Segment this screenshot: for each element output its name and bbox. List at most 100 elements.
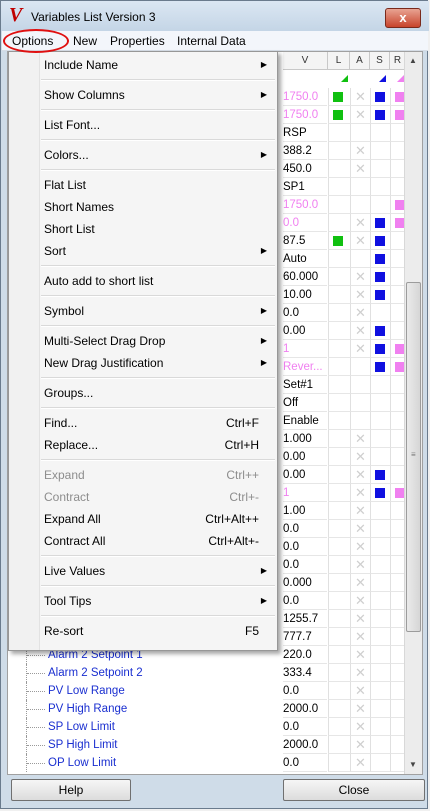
col-l-cell[interactable] xyxy=(328,592,350,610)
col-l-cell[interactable] xyxy=(328,232,350,250)
menu-item-colors[interactable]: Colors... ▶ xyxy=(39,144,277,166)
col-a-cell[interactable]: ✕ xyxy=(350,682,370,700)
col-a-cell[interactable]: ✕ xyxy=(350,322,370,340)
variable-value[interactable]: 1 xyxy=(283,484,327,502)
variable-value[interactable]: SP1 xyxy=(283,178,327,196)
menu-item-list-font[interactable]: List Font... xyxy=(39,114,277,136)
menu-item-re-sort[interactable]: Re-sort F5 xyxy=(39,620,277,642)
variable-value[interactable]: 388.2 xyxy=(283,142,327,160)
variable-value[interactable]: 777.7 xyxy=(283,628,327,646)
col-l-cell[interactable] xyxy=(328,556,350,574)
col-s-cell[interactable] xyxy=(370,754,390,772)
col-a-cell[interactable]: ✕ xyxy=(350,502,370,520)
column-header-value[interactable]: V xyxy=(283,52,328,70)
col-s-cell[interactable] xyxy=(370,286,390,304)
col-l-cell[interactable] xyxy=(328,196,350,214)
window-close-button[interactable]: x xyxy=(385,8,421,28)
col-s-cell[interactable] xyxy=(370,412,390,430)
col-s-cell[interactable] xyxy=(370,700,390,718)
col-l-cell[interactable] xyxy=(328,160,350,178)
col-a-cell[interactable]: ✕ xyxy=(350,556,370,574)
col-a-cell[interactable]: ✕ xyxy=(350,592,370,610)
col-a-cell[interactable]: ✕ xyxy=(350,646,370,664)
variable-name[interactable]: SP High Limit xyxy=(48,736,282,754)
menu-item-multi-select-drag-drop[interactable]: Multi-Select Drag Drop ▶ xyxy=(39,330,277,352)
menu-item-symbol[interactable]: Symbol ▶ xyxy=(39,300,277,322)
variable-value[interactable]: 87.5 xyxy=(283,232,327,250)
col-a-cell[interactable]: ✕ xyxy=(350,340,370,358)
col-l-cell[interactable] xyxy=(328,124,350,142)
col-l-cell[interactable] xyxy=(328,340,350,358)
col-l-cell[interactable] xyxy=(328,394,350,412)
variable-value[interactable]: 2000.0 xyxy=(283,736,327,754)
variable-value[interactable]: RSP xyxy=(283,124,327,142)
variable-name[interactable]: SP Low Limit xyxy=(48,718,282,736)
menu-item-contract-all[interactable]: Contract All Ctrl+Alt+- xyxy=(39,530,277,552)
col-l-cell[interactable] xyxy=(328,538,350,556)
col-l-cell[interactable] xyxy=(328,214,350,232)
col-a-cell[interactable]: ✕ xyxy=(350,232,370,250)
col-a-cell[interactable]: ✕ xyxy=(350,88,370,106)
col-s-cell[interactable] xyxy=(370,610,390,628)
col-a-cell[interactable]: ✕ xyxy=(350,664,370,682)
vertical-scrollbar[interactable]: ▲ ≡ ▼ xyxy=(404,52,422,774)
variable-value[interactable]: 333.4 xyxy=(283,664,327,682)
col-a-cell[interactable]: ✕ xyxy=(350,574,370,592)
col-s-cell[interactable] xyxy=(370,376,390,394)
col-a-cell[interactable]: ✕ xyxy=(350,466,370,484)
col-a-cell[interactable]: ✕ xyxy=(350,268,370,286)
col-l-cell[interactable] xyxy=(328,142,350,160)
col-a-cell[interactable]: ✕ xyxy=(350,628,370,646)
col-a-cell[interactable]: ✕ xyxy=(350,610,370,628)
col-a-cell[interactable] xyxy=(350,178,370,196)
col-a-cell[interactable]: ✕ xyxy=(350,106,370,124)
variable-value[interactable]: 0.00 xyxy=(283,322,327,340)
column-header-a[interactable]: A xyxy=(350,52,370,70)
variable-value[interactable]: 0.00 xyxy=(283,448,327,466)
col-l-cell[interactable] xyxy=(328,754,350,772)
table-row[interactable]: SP High Limit 2000.0 ✕ xyxy=(8,736,406,754)
menu-item-short-list[interactable]: Short List xyxy=(39,218,277,240)
variable-value[interactable]: 1750.0 xyxy=(283,196,327,214)
col-l-cell[interactable] xyxy=(328,574,350,592)
menu-item-short-names[interactable]: Short Names xyxy=(39,196,277,218)
variable-value[interactable]: 1.000 xyxy=(283,430,327,448)
variable-value[interactable]: 220.0 xyxy=(283,646,327,664)
col-s-cell[interactable] xyxy=(370,214,390,232)
variable-name[interactable]: PV Low Range xyxy=(48,682,282,700)
table-row[interactable]: Alarm 2 Setpoint 2 333.4 ✕ xyxy=(8,664,406,682)
menu-item-auto-add-to-short-list[interactable]: Auto add to short list xyxy=(39,270,277,292)
col-s-cell[interactable] xyxy=(370,574,390,592)
col-l-cell[interactable] xyxy=(328,502,350,520)
variable-value[interactable]: 0.0 xyxy=(283,214,327,232)
col-l-cell[interactable] xyxy=(328,646,350,664)
col-s-cell[interactable] xyxy=(370,160,390,178)
col-l-cell[interactable] xyxy=(328,628,350,646)
col-s-cell[interactable] xyxy=(370,250,390,268)
help-button[interactable]: Help xyxy=(11,779,131,801)
col-s-cell[interactable] xyxy=(370,592,390,610)
variable-value[interactable]: 0.00 xyxy=(283,466,327,484)
col-s-cell[interactable] xyxy=(370,358,390,376)
table-row[interactable]: SP Low Limit 0.0 ✕ xyxy=(8,718,406,736)
col-s-cell[interactable] xyxy=(370,448,390,466)
variable-value[interactable]: 0.0 xyxy=(283,556,327,574)
col-l-cell[interactable] xyxy=(328,430,350,448)
col-a-cell[interactable]: ✕ xyxy=(350,448,370,466)
menu-item-flat-list[interactable]: Flat List xyxy=(39,174,277,196)
col-a-cell[interactable]: ✕ xyxy=(350,718,370,736)
col-s-cell[interactable] xyxy=(370,178,390,196)
variable-value[interactable]: 2000.0 xyxy=(283,700,327,718)
col-a-cell[interactable] xyxy=(350,250,370,268)
variable-name[interactable]: PV High Range xyxy=(48,700,282,718)
col-a-cell[interactable]: ✕ xyxy=(350,538,370,556)
variable-value[interactable]: 0.0 xyxy=(283,682,327,700)
variable-value[interactable]: Rever... xyxy=(283,358,327,376)
variable-value[interactable]: 0.0 xyxy=(283,520,327,538)
col-l-cell[interactable] xyxy=(328,376,350,394)
col-l-cell[interactable] xyxy=(328,178,350,196)
variable-value[interactable]: 1750.0 xyxy=(283,88,327,106)
col-s-cell[interactable] xyxy=(370,538,390,556)
col-l-cell[interactable] xyxy=(328,304,350,322)
menu-item-find[interactable]: Find... Ctrl+F xyxy=(39,412,277,434)
